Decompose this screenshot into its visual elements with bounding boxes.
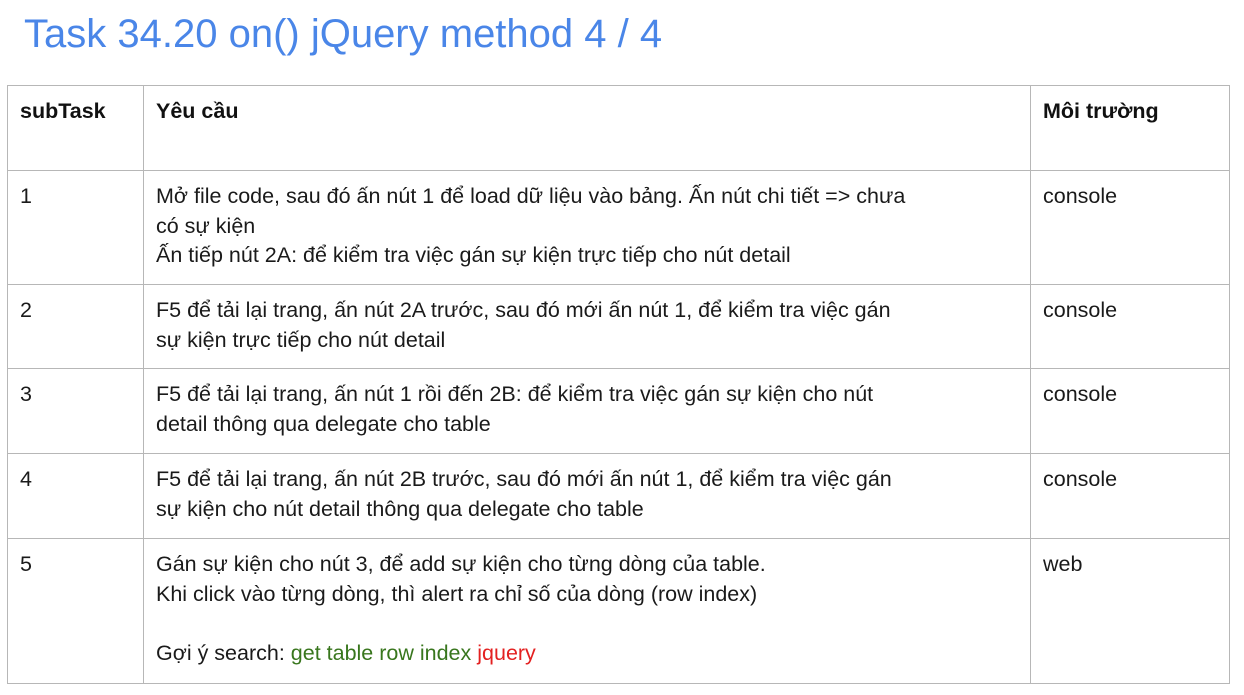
table-row: 4 F5 để tải lại trang, ấn nút 2B trước, … [7, 453, 1230, 539]
environment-cell: console [1030, 453, 1230, 539]
requirement-line: F5 để tải lại trang, ấn nút 2A trước, sa… [156, 298, 891, 322]
header-environment: Môi trường [1030, 85, 1230, 171]
requirement-cell: Mở file code, sau đó ấn nút 1 để load dữ… [143, 170, 1031, 285]
requirement-line: Khi click vào từng dòng, thì alert ra ch… [156, 581, 758, 606]
requirement-cell: F5 để tải lại trang, ấn nút 2B trước, sa… [143, 453, 1031, 539]
table-header-row: subTask Yêu cầu Môi trường [7, 85, 1230, 171]
header-requirement: Yêu cầu [143, 85, 1031, 171]
table-row: 5 Gán sự kiện cho nút 3, để add sự kiện … [7, 538, 1230, 684]
requirement-line: F5 để tải lại trang, ấn nút 2B trước, sa… [156, 467, 892, 491]
page-title: Task 34.20 on() jQuery method 4 / 4 [24, 12, 663, 56]
header-subtask: subTask [7, 85, 144, 171]
subtask-number: 2 [7, 284, 144, 369]
environment-cell: console [1030, 284, 1230, 369]
table-row: 1 Mở file code, sau đó ấn nút 1 để load … [7, 170, 1230, 285]
task-table: subTask Yêu cầu Môi trường 1 Mở file cod… [7, 85, 1230, 684]
requirement-line: detail thông qua delegate cho table [156, 411, 491, 436]
requirement-cell: F5 để tải lại trang, ấn nút 2A trước, sa… [143, 284, 1031, 369]
environment-cell: console [1030, 368, 1230, 454]
requirement-cell: Gán sự kiện cho nút 3, để add sự kiện ch… [143, 538, 1031, 684]
requirement-line: sự kiện trực tiếp cho nút detail [156, 327, 446, 352]
requirement-line: F5 để tải lại trang, ấn nút 1 rồi đến 2B… [156, 382, 874, 406]
environment-cell: console [1030, 170, 1230, 285]
table-row: 2 F5 để tải lại trang, ấn nút 2A trước, … [7, 284, 1230, 369]
hint-search-terms: get table row index [290, 640, 472, 665]
subtask-number: 1 [7, 170, 144, 285]
requirement-line: Ấn tiếp nút 2A: để kiểm tra việc gán sự … [156, 243, 791, 267]
hint-prefix: Gợi ý search: [156, 640, 291, 665]
subtask-number: 4 [7, 453, 144, 539]
requirement-line: có sự kiện [156, 213, 256, 238]
subtask-number: 5 [7, 538, 144, 684]
environment-cell: web [1030, 538, 1230, 684]
table-row: 3 F5 để tải lại trang, ấn nút 1 rồi đến … [7, 368, 1230, 454]
search-hint: Gợi ý search: get table row index jquery [156, 639, 1018, 669]
hint-search-keyword: jquery [477, 640, 536, 665]
requirement-line: Mở file code, sau đó ấn nút 1 để load dữ… [156, 184, 906, 208]
requirement-line: sự kiện cho nút detail thông qua delegat… [156, 496, 644, 521]
requirement-cell: F5 để tải lại trang, ấn nút 1 rồi đến 2B… [143, 368, 1031, 454]
requirement-line: Gán sự kiện cho nút 3, để add sự kiện ch… [156, 552, 766, 576]
subtask-number: 3 [7, 368, 144, 454]
